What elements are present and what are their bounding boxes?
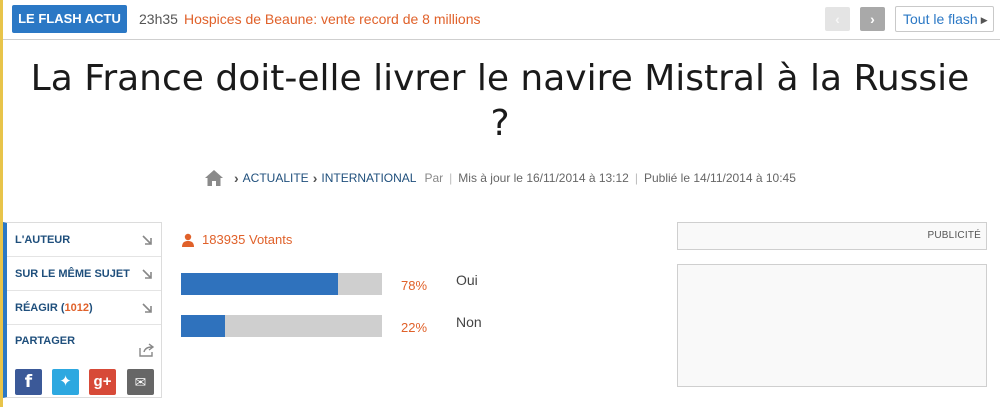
sidebar-item-auteur[interactable]: L'AUTEUR <box>7 223 161 257</box>
breadcrumb-item-international[interactable]: INTERNATIONAL <box>321 171 416 185</box>
flash-bar: LE FLASH ACTU 23h35 Hospices de Beaune: … <box>3 0 1000 40</box>
sidebar-item-label: SUR LE MÊME SUJET <box>15 268 130 280</box>
breadcrumb-item-actualite[interactable]: ACTUALITE <box>243 171 309 185</box>
twitter-icon[interactable]: ✦ <box>52 369 79 395</box>
flash-time: 23h35 <box>139 11 178 27</box>
chevron-right-icon: › <box>870 11 875 27</box>
divider: | <box>449 171 453 185</box>
updated-date: Mis à jour le 16/11/2014 à 13:12 <box>458 171 629 185</box>
person-icon <box>182 233 194 247</box>
chevron-right-icon: › <box>234 170 239 186</box>
article-title: La France doit-elle livrer le navire Mis… <box>30 58 970 144</box>
published-date: Publié le 14/11/2014 à 10:45 <box>643 171 796 185</box>
email-icon[interactable]: ✉ <box>127 369 154 395</box>
arrow-down-right-icon <box>142 235 152 245</box>
author-prefix: Par <box>424 171 444 185</box>
article-sidebar: L'AUTEUR SUR LE MÊME SUJET RÉAGIR (1012)… <box>3 222 162 398</box>
flash-next-button[interactable]: › <box>860 7 885 31</box>
chevron-left-icon: ‹ <box>835 11 840 27</box>
comment-count: 1012 <box>64 302 89 314</box>
flash-prev-button[interactable]: ‹ <box>825 7 850 31</box>
ad-label: PUBLICITÉ <box>677 222 987 250</box>
poll-percent: 78% <box>401 278 428 293</box>
voter-count: 183935 Votants <box>181 232 292 247</box>
divider: | <box>634 171 638 185</box>
poll-bar-fill <box>181 315 225 337</box>
google-plus-icon[interactable]: g+ <box>89 369 116 395</box>
sidebar-item-reagir[interactable]: RÉAGIR (1012) <box>7 291 161 325</box>
breadcrumb: › ACTUALITE › INTERNATIONAL Par | Mis à … <box>204 168 796 188</box>
voter-count-text: 183935 Votants <box>202 232 293 247</box>
home-icon[interactable] <box>204 169 224 187</box>
poll-option-label: Non <box>456 314 482 330</box>
facebook-icon[interactable]: f <box>15 369 42 395</box>
ad-slot[interactable] <box>677 264 987 387</box>
all-flash-label: Tout le flash <box>903 11 978 27</box>
sidebar-item-meme-sujet[interactable]: SUR LE MÊME SUJET <box>7 257 161 291</box>
arrow-down-right-icon <box>142 269 152 279</box>
share-section: PARTAGER f ✦ g+ ✉ <box>7 335 161 407</box>
poll-bar-fill <box>181 273 338 295</box>
share-icon[interactable] <box>139 343 155 357</box>
all-flash-button[interactable]: Tout le flash ▶ <box>895 6 994 32</box>
flash-badge[interactable]: LE FLASH ACTU <box>12 5 127 33</box>
poll-option-label: Oui <box>456 272 478 288</box>
chevron-right-icon: › <box>312 170 318 186</box>
flash-headline-link[interactable]: Hospices de Beaune: vente record de 8 mi… <box>184 11 481 27</box>
poll-percent: 22% <box>401 320 428 335</box>
sidebar-item-label: L'AUTEUR <box>15 234 71 246</box>
triangle-right-icon: ▶ <box>980 15 988 25</box>
sidebar-item-label: RÉAGIR <box>15 302 58 314</box>
arrow-down-right-icon <box>142 303 152 313</box>
